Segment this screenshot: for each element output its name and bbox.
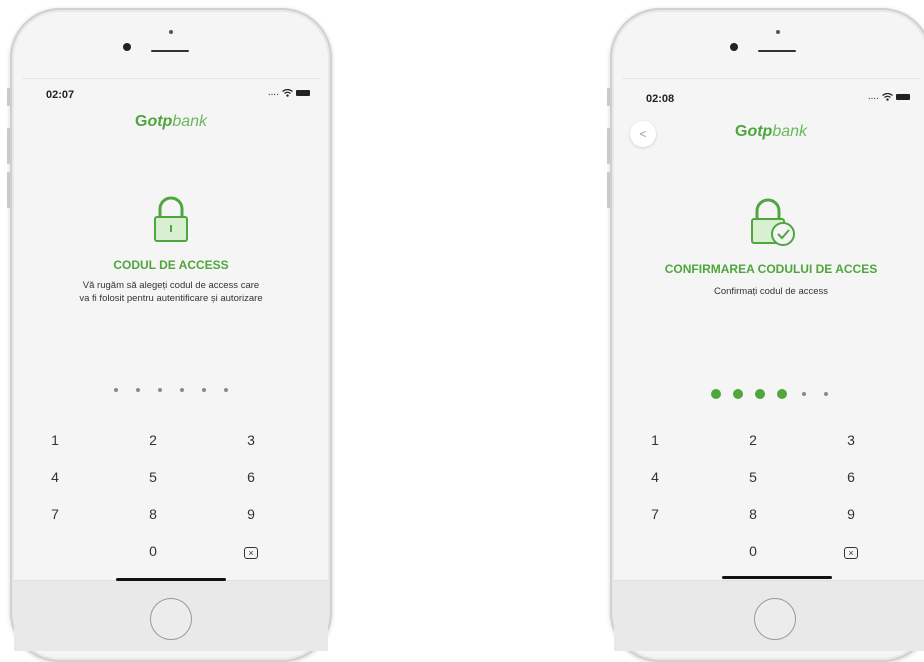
screen-access-code: 02:07 .... Gotpbank CODUL DE ACCESS Vă r… (22, 78, 320, 579)
keypad-key-2[interactable]: 2 (123, 427, 183, 453)
home-indicator (722, 576, 832, 579)
battery-icon (896, 93, 910, 100)
pin-dot-empty (224, 388, 228, 392)
wifi-icon (882, 92, 893, 101)
page-title: CONFIRMAREA CODULUI DE ACCES (664, 262, 878, 276)
front-camera (123, 43, 131, 51)
phone-right: 02:08 .... < Gotpbank CONFIRMAREA CODULU… (607, 8, 924, 662)
keypad-key-3[interactable]: 3 (821, 427, 881, 453)
keypad-key-9[interactable]: 9 (221, 501, 281, 527)
volume-up-button (7, 128, 10, 164)
status-icons: .... (868, 91, 910, 102)
backspace-icon: × (844, 547, 858, 559)
backspace-key[interactable]: × (821, 538, 881, 564)
keypad-empty-slot (625, 538, 685, 564)
keypad-key-5[interactable]: 5 (723, 464, 783, 490)
volume-down-button (7, 172, 10, 208)
pin-dot-filled (711, 389, 721, 399)
keypad-key-8[interactable]: 8 (723, 501, 783, 527)
proximity-sensor (776, 30, 780, 34)
keypad-key-1[interactable]: 1 (625, 427, 685, 453)
pin-dot-empty (114, 388, 118, 392)
volume-down-button (607, 172, 610, 208)
keypad-key-4[interactable]: 4 (25, 464, 85, 490)
phone-left: 02:07 .... Gotpbank CODUL DE ACCESS Vă r… (7, 8, 332, 662)
pin-dot-empty (202, 388, 206, 392)
padlock-check-icon (622, 197, 920, 254)
earpiece-speaker (151, 50, 189, 52)
pin-dot-empty (158, 388, 162, 392)
page-subtitle: Confirmați codul de access (713, 286, 829, 297)
pin-dot-filled (755, 389, 765, 399)
home-button[interactable] (150, 598, 192, 640)
mute-switch (607, 88, 610, 106)
keypad-key-1[interactable]: 1 (25, 427, 85, 453)
screen-confirm-access-code: 02:08 .... < Gotpbank CONFIRMAREA CODULU… (622, 78, 920, 579)
pin-dot-filled (733, 389, 743, 399)
padlock-icon (22, 195, 320, 248)
wifi-icon (282, 88, 293, 97)
pin-indicator (22, 388, 320, 392)
keypad-key-6[interactable]: 6 (821, 464, 881, 490)
proximity-sensor (169, 30, 173, 34)
keypad-key-7[interactable]: 7 (625, 501, 685, 527)
otp-bank-logo: Gotpbank (734, 123, 808, 140)
signal-icon: .... (267, 87, 279, 98)
pin-dot-empty (824, 392, 828, 396)
backspace-icon: × (244, 547, 258, 559)
earpiece-speaker (758, 50, 796, 52)
keypad-key-2[interactable]: 2 (723, 427, 783, 453)
front-camera (730, 43, 738, 51)
keypad-empty-slot (25, 538, 85, 564)
home-indicator (116, 578, 226, 581)
keypad-key-3[interactable]: 3 (221, 427, 281, 453)
pin-dot-empty (802, 392, 806, 396)
page-subtitle: Vă rugăm să alegeți codul de access care… (79, 280, 263, 304)
pin-dot-empty (136, 388, 140, 392)
keypad-key-4[interactable]: 4 (625, 464, 685, 490)
volume-up-button (607, 128, 610, 164)
keypad-key-5[interactable]: 5 (123, 464, 183, 490)
pin-dot-filled (777, 389, 787, 399)
status-time: 02:08 (646, 93, 675, 105)
keypad-key-7[interactable]: 7 (25, 501, 85, 527)
status-icons: .... (268, 87, 310, 98)
page-title: CODUL DE ACCESS (113, 258, 229, 272)
keypad-key-9[interactable]: 9 (821, 501, 881, 527)
pin-indicator (622, 389, 920, 399)
home-button[interactable] (754, 598, 796, 640)
otp-bank-logo: Gotpbank (134, 113, 208, 130)
otp-logo-icon: G (134, 113, 148, 130)
keypad-key-0[interactable]: 0 (723, 538, 783, 564)
signal-icon: .... (867, 91, 879, 102)
keypad-key-0[interactable]: 0 (123, 538, 183, 564)
keypad-key-8[interactable]: 8 (123, 501, 183, 527)
battery-icon (296, 89, 310, 96)
pin-dot-empty (180, 388, 184, 392)
backspace-key[interactable]: × (221, 538, 281, 564)
mute-switch (7, 88, 10, 106)
otp-logo-icon: G (734, 123, 748, 140)
keypad-key-6[interactable]: 6 (221, 464, 281, 490)
status-time: 02:07 (46, 89, 75, 101)
